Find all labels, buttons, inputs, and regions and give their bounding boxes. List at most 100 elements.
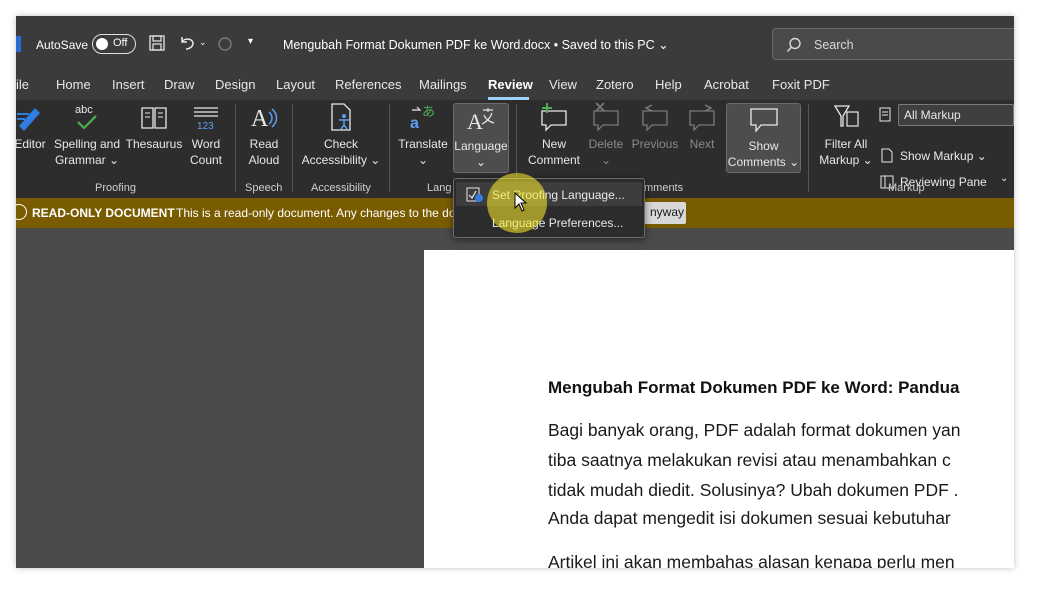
word-count-label-1: Word xyxy=(191,137,221,151)
reviewing-pane-chevron-icon[interactable]: ⌄ xyxy=(1000,173,1008,184)
check-accessibility-button[interactable]: Check Accessibility ⌄ xyxy=(299,102,383,168)
word-logo-icon xyxy=(16,36,21,52)
edit-anyway-button[interactable]: nyway xyxy=(642,202,686,224)
paragraph-line: tidak mudah diedit. Solusinya? Ubah doku… xyxy=(548,480,959,500)
check-accessibility-label-2: Accessibility ⌄ xyxy=(301,153,381,167)
previous-comment-icon xyxy=(642,104,668,132)
book-icon xyxy=(141,107,167,129)
language-button[interactable]: A Language ⌄ xyxy=(453,103,509,173)
paragraph-line: Artikel ini akan membahas alasan kenapa … xyxy=(548,552,955,568)
markup-display-select[interactable]: All Markup xyxy=(898,104,1014,126)
thesaurus-label: Thesaurus xyxy=(125,137,183,151)
tab-file[interactable]: ile xyxy=(16,77,29,92)
show-markup-button[interactable]: Show Markup ⌄ xyxy=(900,149,987,163)
autosave-toggle[interactable]: Off xyxy=(92,34,136,54)
group-divider xyxy=(389,104,390,192)
undo-dropdown-chevron-icon[interactable]: ⌄ xyxy=(199,37,207,48)
new-comment-label-1: New xyxy=(541,137,566,151)
show-markup-icon xyxy=(881,148,893,163)
undo-icon[interactable] xyxy=(178,34,196,52)
new-comment-icon xyxy=(541,103,567,132)
tab-help[interactable]: Help xyxy=(655,77,682,92)
group-accessibility-label: Accessibility xyxy=(311,182,371,194)
notification-title: READ-ONLY DOCUMENT xyxy=(32,206,175,220)
search-input[interactable]: Search xyxy=(772,28,1014,60)
filter-markup-icon xyxy=(833,105,859,127)
new-comment-label-2: Comment xyxy=(528,153,581,167)
group-speech-label: Speech xyxy=(245,182,283,194)
tab-view[interactable]: View xyxy=(549,77,577,92)
mouse-pointer-icon xyxy=(514,192,528,212)
thesaurus-button[interactable]: Thesaurus xyxy=(124,102,184,152)
notification-message: This is a read-only document. Any change… xyxy=(176,206,456,220)
accessibility-icon xyxy=(331,103,351,131)
proofing-language-icon xyxy=(466,187,483,202)
group-divider xyxy=(292,104,293,192)
spelling-grammar-button[interactable]: abc Spelling and Grammar ⌄ xyxy=(52,102,122,168)
editor-button[interactable]: Editor xyxy=(16,102,48,152)
document-title[interactable]: Mengubah Format Dokumen PDF ke Word.docx… xyxy=(283,37,669,52)
language-icon: A xyxy=(467,108,495,134)
show-comments-label-1: Show xyxy=(748,139,779,153)
autosave-label: AutoSave xyxy=(36,38,89,52)
next-comment-button[interactable]: Next xyxy=(682,102,722,152)
search-icon xyxy=(786,37,801,52)
delete-label-2: ⌄ xyxy=(600,153,612,167)
group-proofing-label: Proofing xyxy=(95,182,136,194)
svg-text:A: A xyxy=(251,106,269,132)
translate-label-2: ⌄ xyxy=(417,153,429,167)
group-comments-label: mments xyxy=(644,182,684,194)
svg-text:abc: abc xyxy=(75,104,93,116)
paragraph-line: tiba saatnya melakukan revisi atau menam… xyxy=(548,450,951,470)
spelling-label-1: Spelling and xyxy=(53,137,121,151)
word-count-icon: 123 xyxy=(194,107,218,132)
read-aloud-icon: A xyxy=(251,106,278,132)
ribbon-tabs: ile Home Insert Draw Design Layout Refer… xyxy=(16,72,1014,100)
filter-all-markup-button[interactable]: Filter All Markup ⌄ xyxy=(818,102,874,168)
save-icon[interactable] xyxy=(149,35,165,51)
check-accessibility-label-1: Check xyxy=(323,137,358,151)
markup-display-value: All Markup xyxy=(904,108,961,122)
previous-comment-button[interactable]: Previous xyxy=(630,102,680,152)
tab-foxit-pdf[interactable]: Foxit PDF xyxy=(772,77,830,92)
editor-icon xyxy=(17,108,40,131)
read-aloud-button[interactable]: A Read Aloud xyxy=(244,102,284,168)
document-page[interactable]: Mengubah Format Dokumen PDF ke Word: Pan… xyxy=(424,250,1014,568)
group-markup-label: Markup xyxy=(888,182,925,194)
show-comments-button[interactable]: Show Comments ⌄ xyxy=(726,103,801,173)
delete-comment-button[interactable]: Delete ⌄ xyxy=(582,102,630,168)
tab-design[interactable]: Design xyxy=(215,77,255,92)
filter-markup-label-1: Filter All xyxy=(824,137,868,151)
new-comment-button[interactable]: New Comment xyxy=(528,102,580,168)
word-count-button[interactable]: 123 Word Count xyxy=(186,102,226,168)
tab-mailings[interactable]: Mailings xyxy=(419,77,467,92)
group-divider xyxy=(808,104,809,192)
search-placeholder: Search xyxy=(814,38,854,52)
tab-layout[interactable]: Layout xyxy=(276,77,315,92)
tab-draw[interactable]: Draw xyxy=(164,77,194,92)
delete-comment-icon xyxy=(593,102,619,132)
language-label-1: Language xyxy=(454,139,508,153)
group-divider xyxy=(235,104,236,192)
language-label-2: ⌄ xyxy=(475,155,487,169)
language-preferences-item[interactable]: Language Preferences... xyxy=(456,210,642,234)
document-canvas: Mengubah Format Dokumen PDF ke Word: Pan… xyxy=(16,228,1014,568)
tab-home[interactable]: Home xyxy=(56,77,91,92)
spelling-check-icon: abc xyxy=(75,104,97,130)
translate-button[interactable]: aあ Translate ⌄ xyxy=(396,102,450,168)
customize-toolbar-icon[interactable]: ▾ xyxy=(248,36,253,47)
set-proofing-language-item[interactable]: Set Proofing Language... xyxy=(456,182,642,206)
tab-insert[interactable]: Insert xyxy=(112,77,145,92)
redo-icon[interactable] xyxy=(216,35,234,53)
translate-label-1: Translate xyxy=(398,137,448,151)
autosave-state: Off xyxy=(113,37,128,49)
svg-text:123: 123 xyxy=(197,121,214,132)
tab-review[interactable]: Review xyxy=(488,77,533,92)
tab-acrobat[interactable]: Acrobat xyxy=(704,77,749,92)
tab-zotero[interactable]: Zotero xyxy=(596,77,634,92)
svg-text:あ: あ xyxy=(422,105,435,120)
show-comments-label-2: Comments ⌄ xyxy=(727,155,800,169)
delete-label-1: Delete xyxy=(588,137,624,151)
svg-text:A: A xyxy=(467,109,483,134)
tab-references[interactable]: References xyxy=(335,77,401,92)
